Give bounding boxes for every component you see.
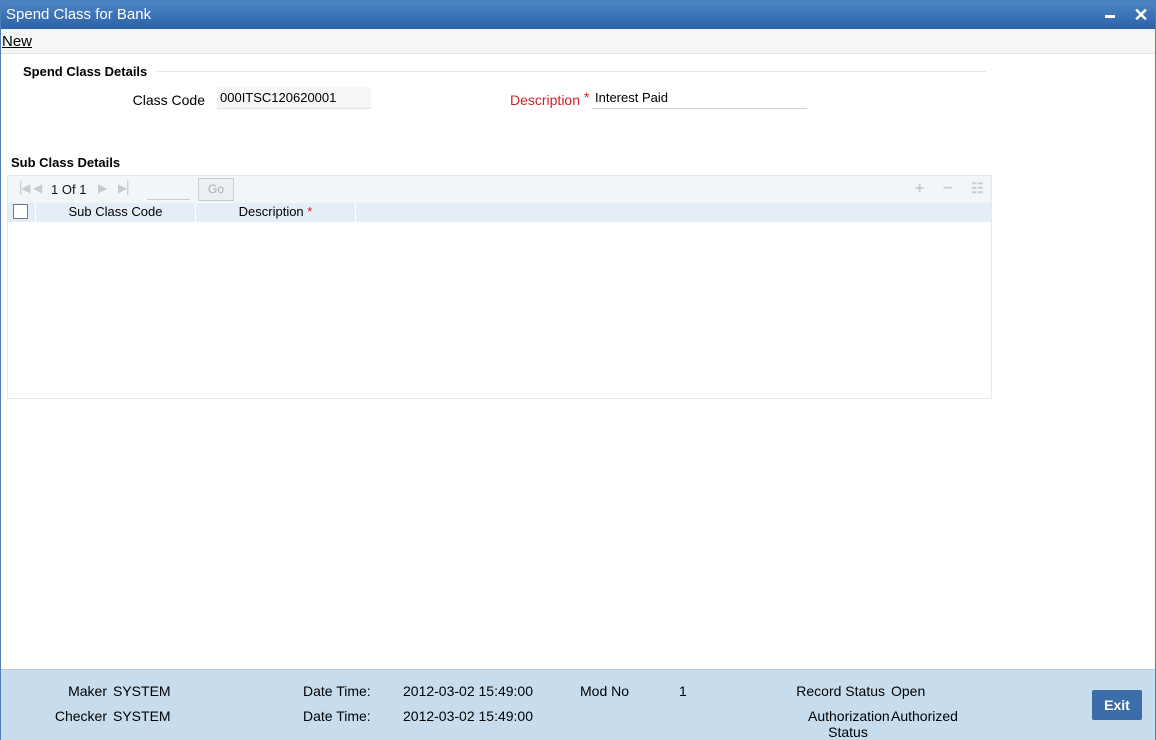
select-all-cell: [8, 203, 36, 222]
delete-row-icon[interactable]: −: [943, 180, 952, 198]
mod-no-value: 1: [679, 683, 687, 699]
first-page-icon[interactable]: ▕◀: [12, 181, 30, 195]
column-header-description[interactable]: Description *: [196, 203, 356, 222]
pager-current: 1: [51, 182, 59, 197]
pager: 1 Of 1: [51, 182, 86, 197]
close-icon[interactable]: ✕: [1131, 5, 1151, 25]
description-field[interactable]: Interest Paid: [592, 87, 807, 109]
checker-value: SYSTEM: [113, 708, 171, 724]
class-code-label: Class Code: [132, 92, 205, 108]
checker-label: Checker: [54, 708, 107, 724]
add-row-icon[interactable]: +: [915, 180, 924, 198]
mod-no-label: Mod No: [580, 683, 630, 699]
checker-date-time-value: 2012-03-02 15:49:00: [403, 708, 533, 724]
minimize-icon[interactable]: [1100, 5, 1120, 25]
maker-label: Maker: [68, 683, 107, 699]
new-link[interactable]: New: [2, 33, 32, 50]
description-label: Description: [509, 92, 580, 108]
spend-class-details-title: Spend Class Details: [23, 64, 148, 79]
single-record-view-icon[interactable]: ☷: [971, 180, 984, 197]
column-header-sub-class-code[interactable]: Sub Class Code: [36, 203, 196, 222]
pager-total: 1: [79, 182, 87, 197]
last-page-icon[interactable]: ▶▏: [118, 181, 136, 195]
class-code-field[interactable]: 000ITSC120620001: [217, 87, 371, 109]
go-button[interactable]: Go: [198, 178, 234, 201]
grid-header: Sub Class Code Description *: [8, 203, 991, 222]
description-required-mark: *: [584, 89, 590, 105]
exit-button[interactable]: Exit: [1092, 690, 1142, 720]
maker-date-time-label: Date Time:: [303, 683, 371, 699]
prev-page-icon[interactable]: ◀: [33, 181, 42, 195]
record-status-value: Open: [891, 683, 926, 699]
checker-date-time-label: Date Time:: [303, 708, 371, 724]
pager-of-label: Of: [61, 182, 76, 197]
audit-footer: Maker SYSTEM Checker SYSTEM Date Time: 2…: [1, 669, 1155, 740]
authorization-status-label-line2: Status: [828, 724, 868, 740]
window-title: Spend Class for Bank: [6, 6, 152, 23]
title-bar: Spend Class for Bank ✕: [1, 1, 1155, 29]
spend-class-window: Spend Class for Bank ✕ New Spend Class D…: [0, 0, 1156, 740]
authorization-status-label-line1: Authorization: [808, 708, 890, 724]
maker-date-time-value: 2012-03-02 15:49:00: [403, 683, 533, 699]
authorization-status-value: Authorized: [891, 708, 958, 724]
authorization-status-label: Authorization Status: [808, 708, 890, 740]
sub-class-details-title: Sub Class Details: [11, 155, 121, 170]
next-page-icon[interactable]: ▶: [98, 181, 107, 195]
maker-value: SYSTEM: [113, 683, 171, 699]
grid-toolbar: ▕◀ ◀ 1 Of 1 ▶ ▶▏ Go + − ☷: [8, 176, 991, 203]
section-divider: [156, 71, 986, 72]
sub-class-grid: ▕◀ ◀ 1 Of 1 ▶ ▶▏ Go + − ☷ Sub Class Code…: [7, 175, 992, 399]
column-required-mark: *: [307, 204, 313, 219]
menu-bar: New: [1, 29, 1155, 54]
record-status-label: Record Status: [796, 683, 885, 699]
column-header-description-label: Description: [238, 204, 304, 219]
go-to-page-input[interactable]: [147, 181, 190, 200]
select-all-checkbox[interactable]: [13, 204, 28, 219]
